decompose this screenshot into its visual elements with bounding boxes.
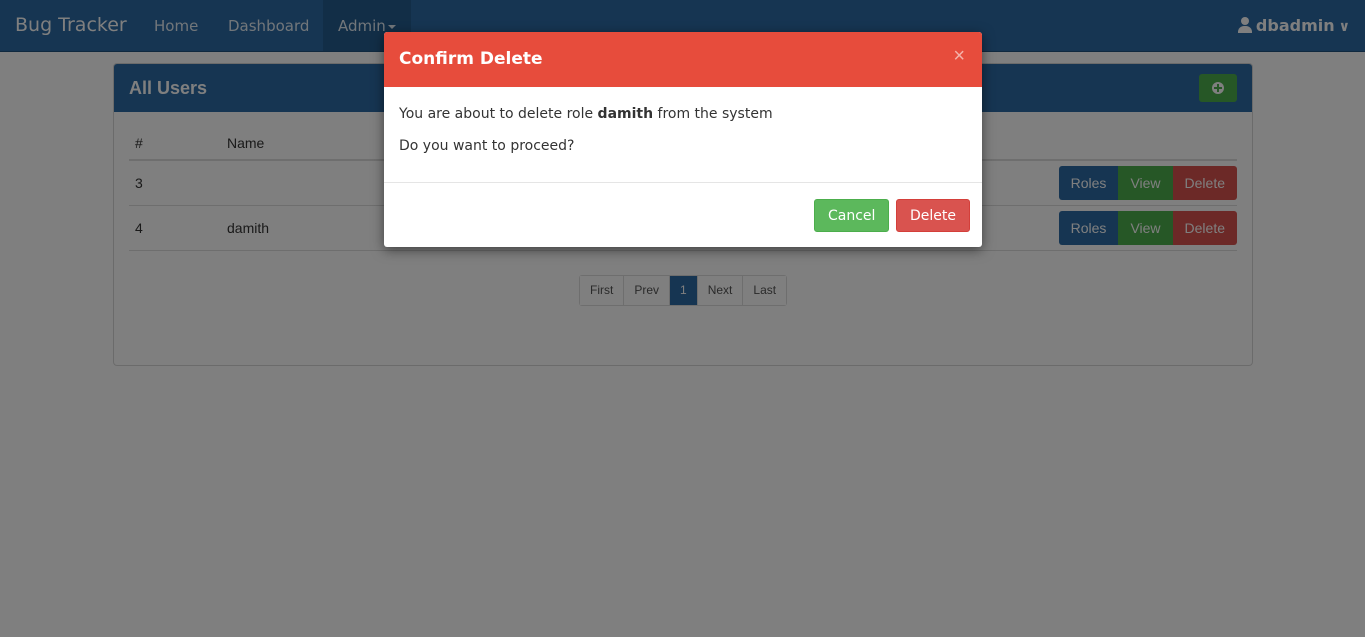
message-role-name: damith xyxy=(597,106,654,122)
confirm-delete-dialog: Confirm Delete × You are about to delete… xyxy=(384,32,982,247)
modal-body: You are about to delete role damith from… xyxy=(384,87,982,183)
message-suffix: from the system xyxy=(653,106,773,122)
modal-title: Confirm Delete xyxy=(399,49,543,69)
cancel-button[interactable]: Cancel xyxy=(814,199,890,232)
proceed-question: Do you want to proceed? xyxy=(399,138,575,154)
close-icon[interactable]: × xyxy=(953,46,965,66)
confirm-delete-button[interactable]: Delete xyxy=(896,199,970,232)
modal-footer: Cancel Delete xyxy=(384,183,982,247)
message-prefix: You are about to delete role xyxy=(399,106,598,122)
modal-header: Confirm Delete × xyxy=(384,32,982,87)
delete-message: You are about to delete role damith from… xyxy=(399,104,967,124)
